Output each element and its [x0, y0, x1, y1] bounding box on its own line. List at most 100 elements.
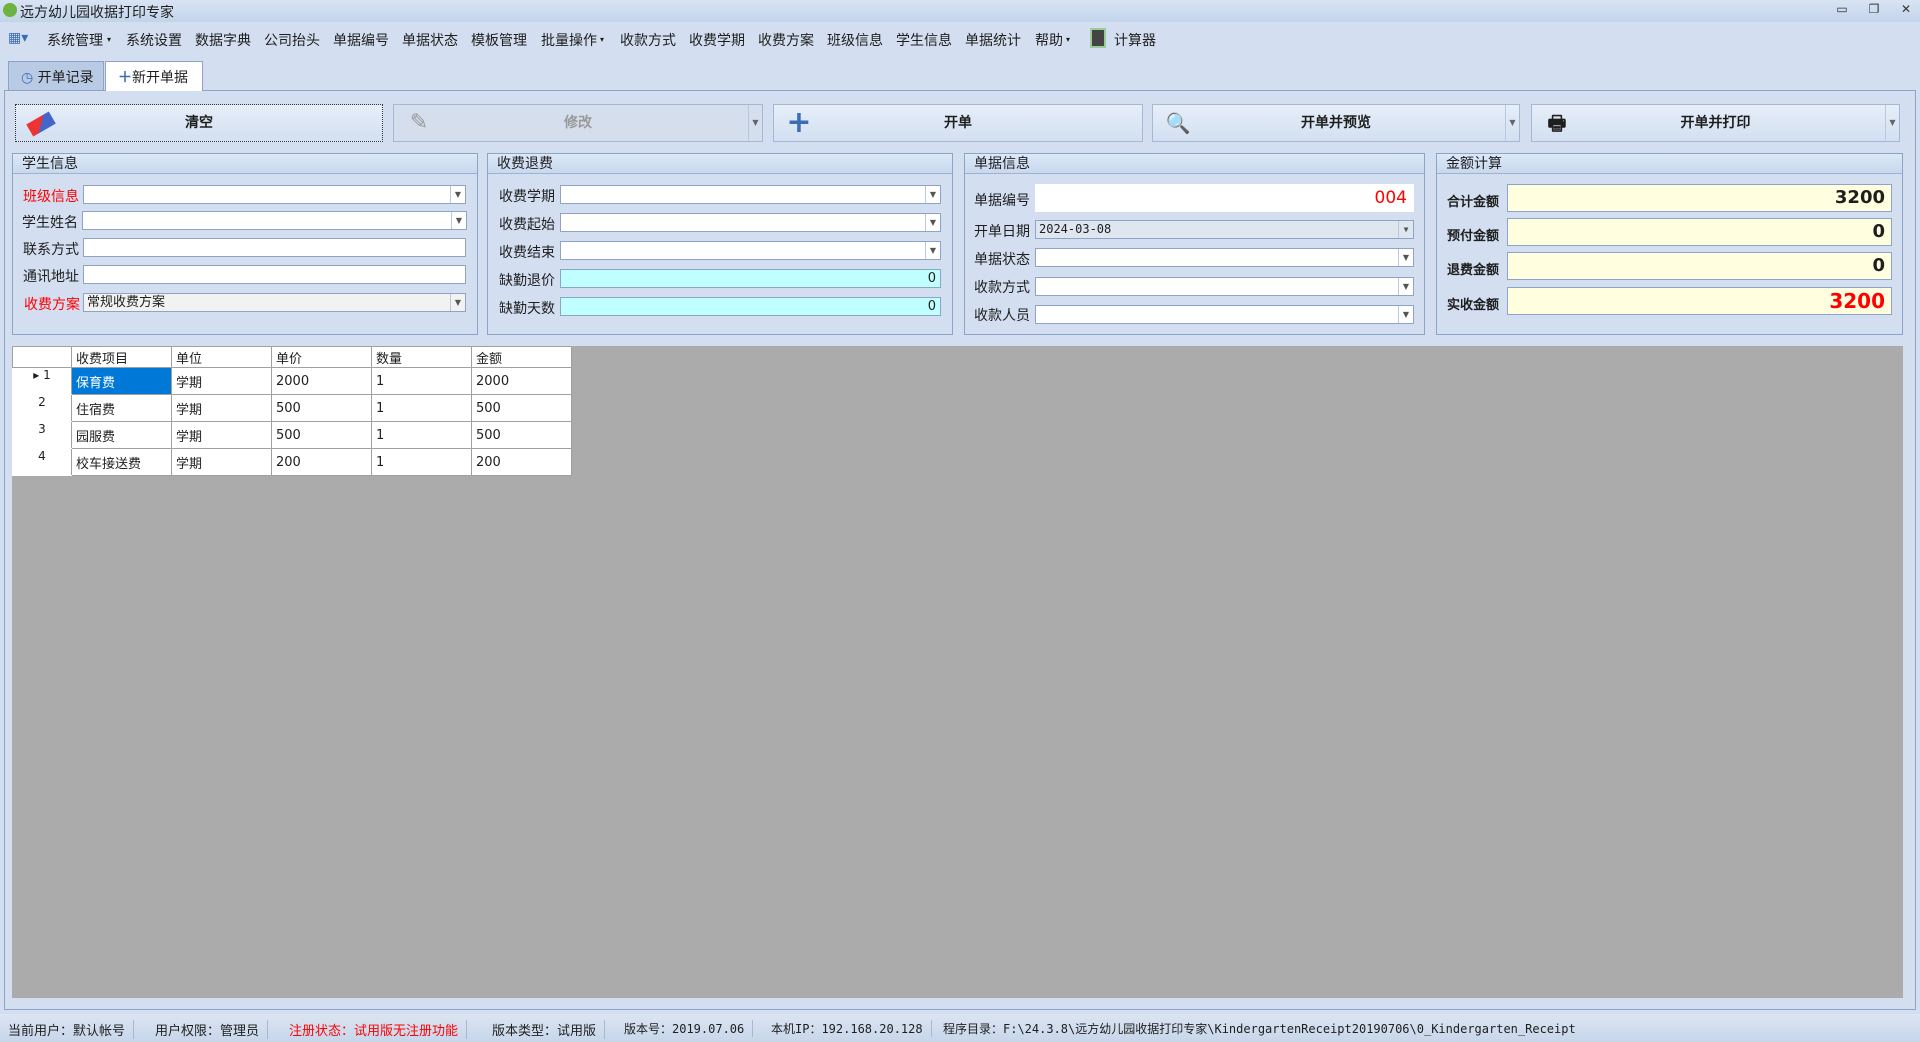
tab-records[interactable]: ◷ 开单记录 [8, 61, 104, 90]
fee-start-select[interactable]: ▼ [560, 213, 941, 232]
menu-data-dictionary[interactable]: 数据字典 [195, 30, 251, 50]
method-label: 收款方式 [974, 280, 1030, 296]
total-label: 合计金额 [1447, 195, 1500, 210]
payee-select[interactable]: ▼ [1035, 305, 1414, 324]
menu-class-info[interactable]: 班级信息 [827, 30, 883, 50]
menu-fee-term[interactable]: 收费学期 [689, 30, 745, 50]
column-header[interactable]: 单位 [171, 346, 272, 368]
menu-receipt-stats[interactable]: 单据统计 [965, 30, 1021, 50]
table-cell[interactable]: 住宿费 [71, 394, 172, 422]
history-icon: ◷ [21, 70, 38, 86]
absence-refund-input[interactable]: 0 [560, 269, 941, 288]
menu-payment-method[interactable]: 收款方式 [620, 30, 676, 50]
payment-method-select[interactable]: ▼ [1035, 277, 1414, 296]
address-input[interactable] [83, 265, 466, 284]
menu-help[interactable]: 帮助 [1035, 30, 1063, 50]
restore-button[interactable]: ❐ [1864, 2, 1884, 16]
pencil-icon: ✎ [409, 110, 429, 135]
current-row-indicator-icon: ▸ [33, 368, 44, 382]
table-cell[interactable]: 2000 [471, 367, 572, 395]
table-cell[interactable]: 保育费 [71, 367, 172, 395]
row-header-corner [12, 346, 72, 368]
student-name-select[interactable]: ▼ [82, 211, 467, 230]
table-cell[interactable]: 1 [371, 394, 472, 422]
term-label: 收费学期 [499, 189, 555, 205]
table-row[interactable]: 3 园服费 学期 500 1 500 [12, 421, 572, 449]
column-header[interactable]: 金额 [471, 346, 572, 368]
row-header[interactable]: 2 [12, 394, 72, 422]
receipt-status-select[interactable]: ▼ [1035, 248, 1414, 267]
end-label: 收费结束 [499, 245, 555, 261]
table-cell[interactable]: 2000 [271, 367, 372, 395]
plus-icon: ＋ [118, 70, 132, 86]
fee-term-select[interactable]: ▼ [560, 185, 941, 204]
edit-button[interactable]: ✎ 修改 ▼ [393, 104, 763, 142]
column-header[interactable]: 数量 [371, 346, 472, 368]
table-cell[interactable]: 500 [471, 394, 572, 422]
table-cell[interactable]: 1 [371, 448, 472, 476]
table-cell[interactable]: 500 [271, 394, 372, 422]
table-row[interactable]: 4 校车接送费 学期 200 1 200 [12, 448, 572, 476]
menu-company-header[interactable]: 公司抬头 [264, 30, 320, 50]
preview-dropdown[interactable]: ▼ [1505, 105, 1519, 141]
issue-button[interactable]: + 开单 [773, 104, 1143, 142]
print-dropdown[interactable]: ▼ [1885, 105, 1899, 141]
refund-label: 退费金额 [1447, 263, 1500, 278]
prepaid-amount[interactable]: 0 [1507, 218, 1892, 246]
fee-plan-select[interactable]: 常规收费方案 ▼ [83, 293, 466, 312]
chevron-down-icon: ▼ [1398, 278, 1413, 295]
menu-system-manage[interactable]: 系统管理 [47, 30, 103, 50]
issue-preview-button[interactable]: 🔍 开单并预览 ▼ [1152, 104, 1520, 142]
table-cell[interactable]: 学期 [171, 394, 272, 422]
menu-calculator[interactable]: 计算器 [1114, 30, 1156, 50]
menu-template-manage[interactable]: 模板管理 [471, 30, 527, 50]
table-row[interactable]: ▸ 1 保育费 学期 2000 1 2000 [12, 367, 572, 395]
class-select[interactable]: ▼ [83, 185, 466, 204]
row-header[interactable]: ▸ 1 [12, 367, 72, 395]
table-cell[interactable]: 500 [471, 421, 572, 449]
table-cell[interactable]: 1 [371, 421, 472, 449]
fee-end-select[interactable]: ▼ [560, 241, 941, 260]
menu-system-settings[interactable]: 系统设置 [126, 30, 182, 50]
column-header[interactable]: 单价 [271, 346, 372, 368]
close-button[interactable]: ✕ [1896, 2, 1916, 16]
table-cell[interactable]: 500 [271, 421, 372, 449]
menu-batch-operations[interactable]: 批量操作 [541, 30, 597, 50]
table-cell[interactable]: 学期 [171, 367, 272, 395]
menu-bar: ▦▾ 系统管理 ▾ 系统设置 数据字典 公司抬头 单据编号 单据状态 模板管理 批… [8, 28, 1156, 50]
app-menu-icon[interactable]: ▦▾ [8, 30, 28, 46]
table-cell[interactable]: 200 [271, 448, 372, 476]
chevron-down-icon: ▼ [925, 214, 940, 231]
table-cell[interactable]: 学期 [171, 448, 272, 476]
menu-receipt-status[interactable]: 单据状态 [402, 30, 458, 50]
absence-days-input[interactable]: 0 [560, 297, 941, 316]
receipt-no-input[interactable]: 004 [1035, 184, 1414, 212]
chevron-down-icon: ▼ [1398, 221, 1413, 238]
menu-fee-plan[interactable]: 收费方案 [758, 30, 814, 50]
total-amount: 3200 [1507, 184, 1892, 212]
row-header[interactable]: 4 [12, 448, 72, 476]
edit-dropdown[interactable]: ▼ [748, 105, 762, 141]
status-bar: 当前用户：默认帐号 用户权限：管理员 注册状态：试用版无注册功能 版本类型：试用… [0, 1014, 1920, 1042]
fee-items-table: 收费项目 单位 单价 数量 金额 ▸ 1 保育费 学期 2000 1 2000 2 住宿费 学期… [12, 346, 572, 476]
absence-refund-label: 缺勤退价 [499, 273, 555, 289]
actual-label: 实收金额 [1447, 298, 1500, 313]
column-header[interactable]: 收费项目 [71, 346, 172, 368]
table-row[interactable]: 2 住宿费 学期 500 1 500 [12, 394, 572, 422]
date-picker[interactable]: 2024-03-08 ▼ [1035, 220, 1414, 239]
status-version: 版本号：2019.07.06 [624, 1020, 754, 1037]
tab-new-receipt[interactable]: ＋新开单据 [105, 61, 203, 91]
minimize-button[interactable]: ▭ [1832, 2, 1852, 16]
table-cell[interactable]: 园服费 [71, 421, 172, 449]
issue-print-button[interactable]: 🖶 开单并打印 ▼ [1531, 104, 1900, 142]
clear-button[interactable]: 清空 [15, 104, 383, 142]
menu-receipt-number[interactable]: 单据编号 [333, 30, 389, 50]
table-cell[interactable]: 校车接送费 [71, 448, 172, 476]
menu-student-info[interactable]: 学生信息 [896, 30, 952, 50]
row-header[interactable]: 3 [12, 421, 72, 449]
table-cell[interactable]: 200 [471, 448, 572, 476]
contact-input[interactable] [83, 238, 466, 257]
table-cell[interactable]: 学期 [171, 421, 272, 449]
preview-icon: 🔍 [1165, 111, 1191, 135]
table-cell[interactable]: 1 [371, 367, 472, 395]
